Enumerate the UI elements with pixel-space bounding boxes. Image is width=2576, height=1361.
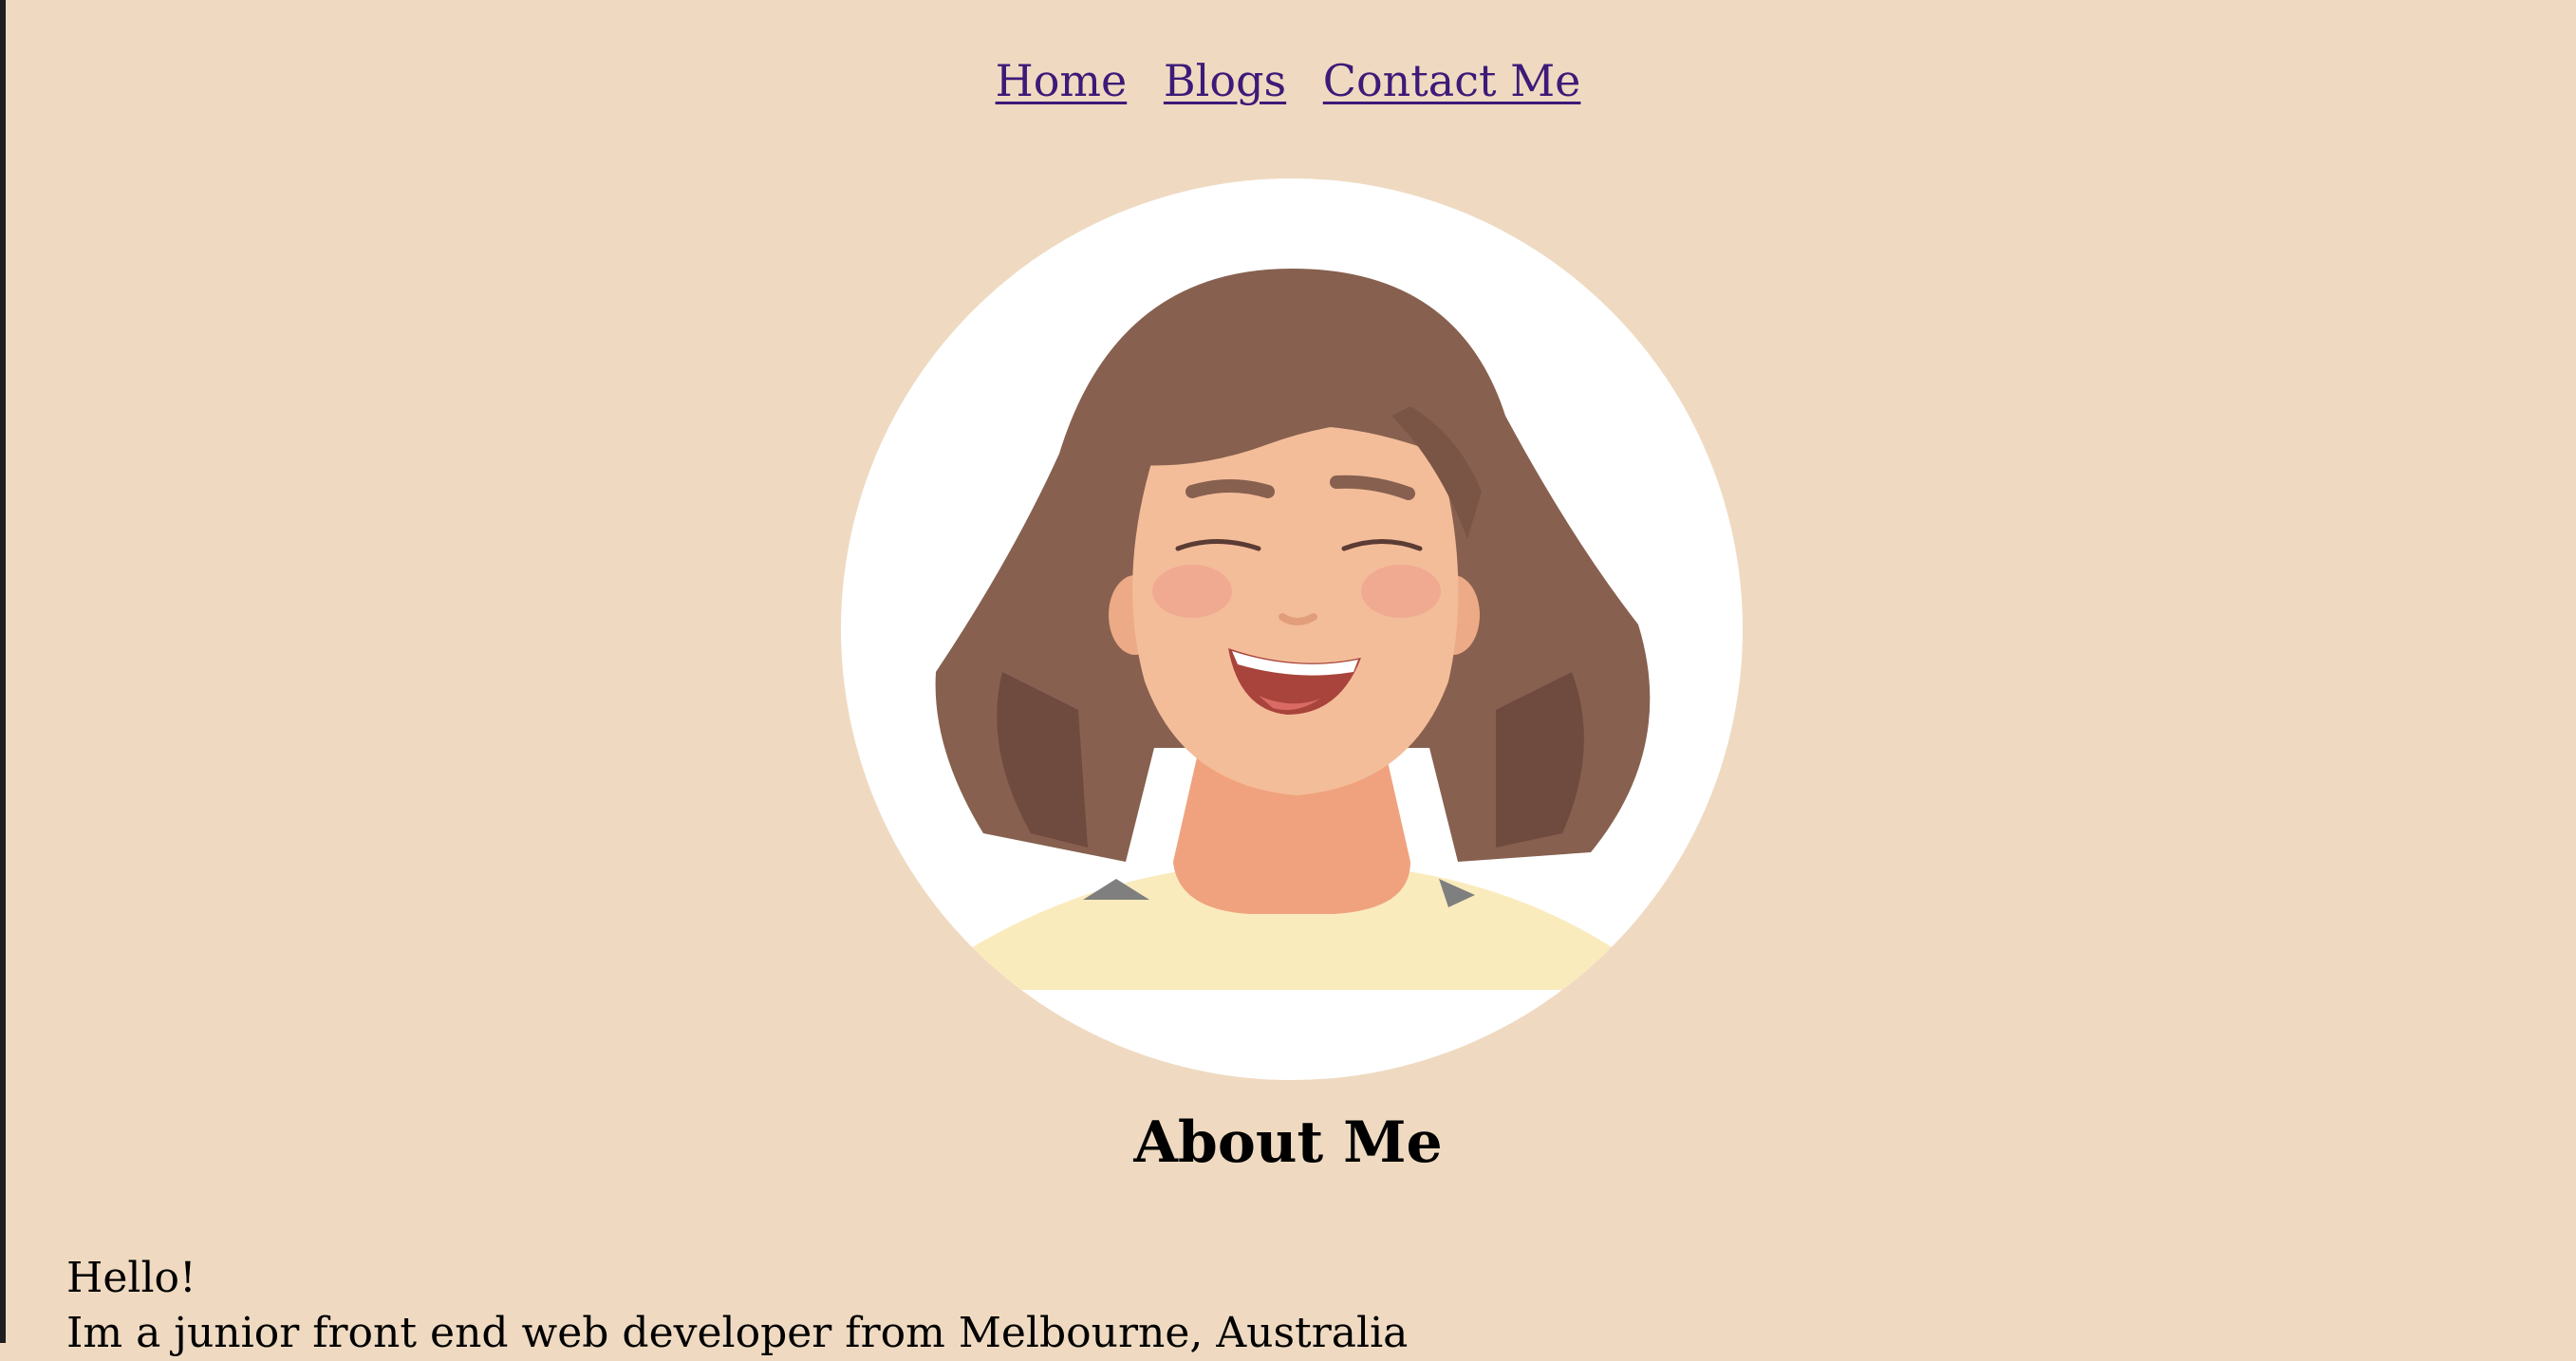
- profile-avatar: [841, 178, 1743, 1080]
- top-nav: Home Blogs Contact Me: [0, 55, 2576, 107]
- intro-line-text: Im a junior front end web developer from…: [66, 1309, 1409, 1357]
- nav-link-contact-me[interactable]: Contact Me: [1323, 55, 1581, 106]
- greeting-text: Hello!: [66, 1254, 196, 1302]
- smiling-woman-avatar-icon: [935, 269, 1651, 990]
- intro-text: Hello! Im a junior front end web develop…: [66, 1251, 1408, 1361]
- nav-link-blogs[interactable]: Blogs: [1164, 55, 1286, 106]
- nav-link-home[interactable]: Home: [996, 55, 1128, 106]
- page-title: About Me: [1133, 1109, 1443, 1176]
